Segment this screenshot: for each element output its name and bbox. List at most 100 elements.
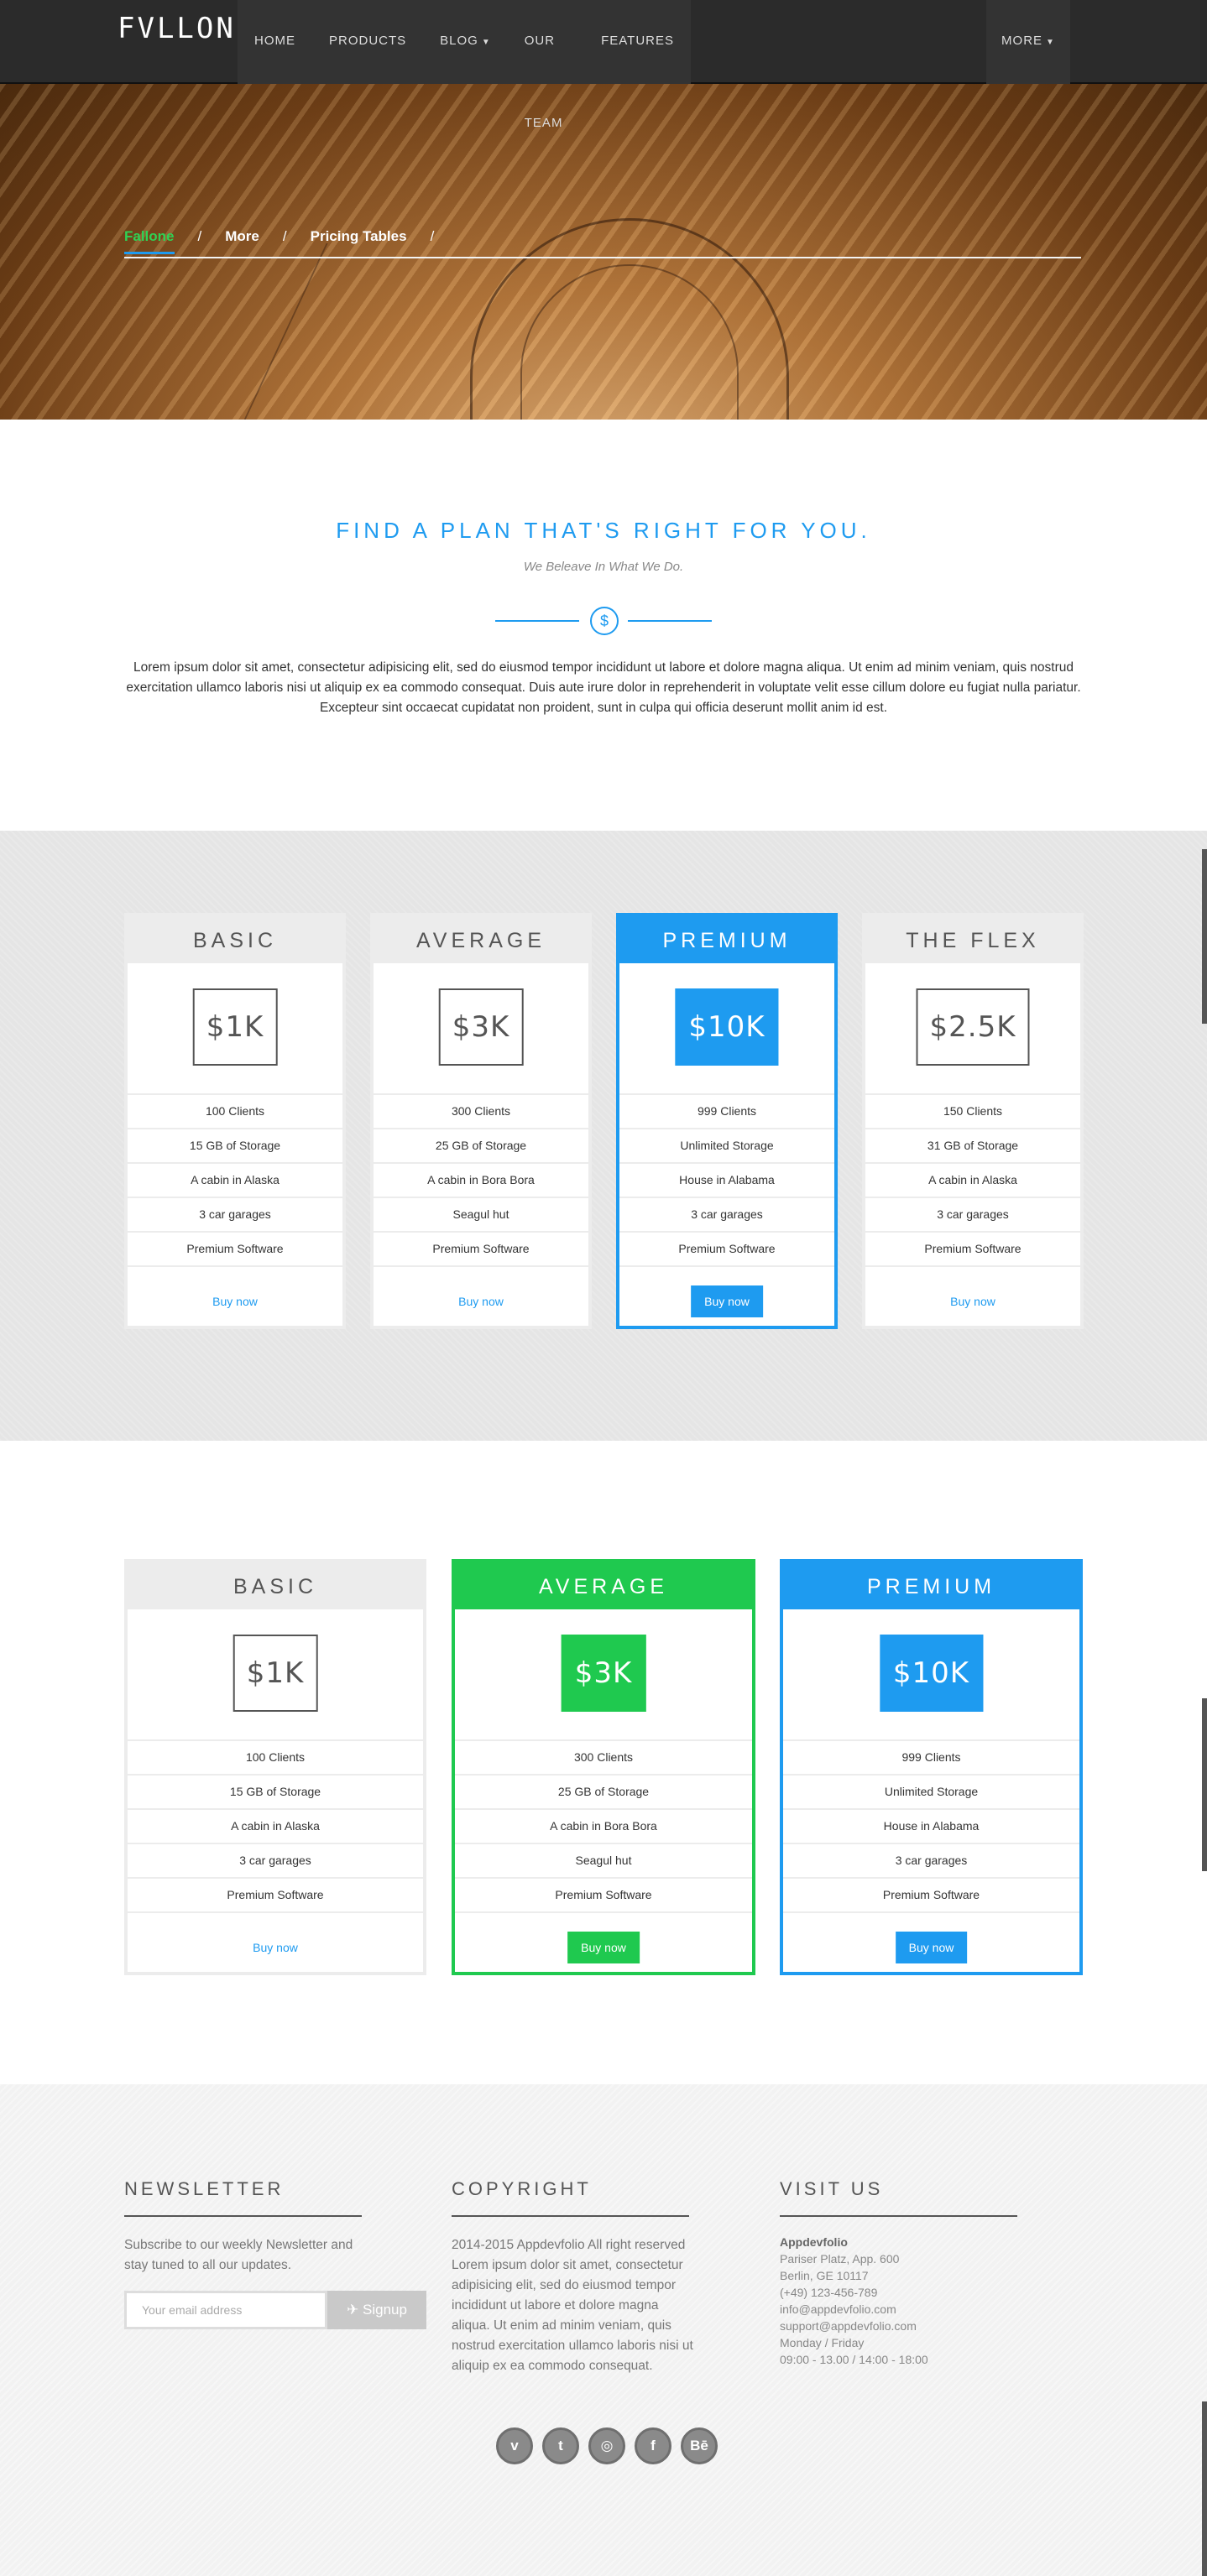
- nav-item-blog[interactable]: BLOG ▼: [423, 0, 508, 84]
- breadcrumb-item-more[interactable]: More: [225, 228, 259, 252]
- plan-feature: 3 car garages: [619, 1197, 834, 1231]
- buy-now-button[interactable]: Buy now: [239, 1932, 311, 1963]
- address-line: Berlin, GE 10117: [780, 2269, 869, 2282]
- nav-item-more-label: MORE: [1001, 34, 1043, 48]
- email-link[interactable]: info@appdevfolio.com: [780, 2301, 1027, 2318]
- plan-feature: 999 Clients: [619, 1093, 834, 1128]
- copyright-text: 2014-2015 Appdevfolio All right reserved…: [452, 2238, 693, 2373]
- plan-feature: Premium Software: [865, 1231, 1080, 1265]
- email-link[interactable]: support@appdevfolio.com: [780, 2318, 1027, 2334]
- footer-heading: NEWSLETTER: [124, 2178, 362, 2217]
- nav-item-more[interactable]: MORE ▼: [986, 0, 1070, 84]
- scrollbar-thumb[interactable]: [1202, 2401, 1207, 2576]
- signup-label: Signup: [363, 2302, 407, 2318]
- nav-item-our-team[interactable]: OUR TEAM: [508, 0, 584, 130]
- divider-line: [628, 620, 712, 622]
- plan-feature: A cabin in Alaska: [865, 1162, 1080, 1197]
- plan-title: THE FLEX: [865, 916, 1080, 963]
- behance-icon[interactable]: Bē: [681, 2427, 718, 2464]
- breadcrumb-item-home[interactable]: Fallone: [124, 228, 175, 254]
- plan-feature: 150 Clients: [865, 1093, 1080, 1128]
- plan-feature: Unlimited Storage: [783, 1774, 1079, 1808]
- price-box: $3K: [455, 1609, 752, 1739]
- buy-now-button[interactable]: Buy now: [567, 1932, 640, 1963]
- buy-now-button[interactable]: Buy now: [445, 1285, 517, 1317]
- plan-feature: 15 GB of Storage: [128, 1774, 423, 1808]
- newsletter-email-input[interactable]: Your email address: [124, 2291, 327, 2329]
- buy-now-button[interactable]: Buy now: [895, 1932, 968, 1963]
- plan-price: $10K: [675, 988, 779, 1066]
- pricing-card-premium: PREMIUM $10K 999 Clients Unlimited Stora…: [616, 913, 838, 1329]
- plan-feature: House in Alabama: [783, 1808, 1079, 1843]
- breadcrumb-item-current[interactable]: Pricing Tables: [311, 228, 407, 252]
- plan-title: PREMIUM: [619, 916, 834, 963]
- social-links: v t ◎ f Bē: [496, 2427, 718, 2464]
- buy-now-button[interactable]: Buy now: [199, 1285, 271, 1317]
- nav-item-features[interactable]: FEATURES: [584, 0, 691, 84]
- scrollbar-thumb[interactable]: [1202, 1698, 1207, 1871]
- plan-feature: Premium Software: [783, 1877, 1079, 1911]
- plan-feature: 100 Clients: [128, 1093, 342, 1128]
- plan-price: $10K: [879, 1635, 984, 1712]
- plan-feature: Seagul hut: [455, 1843, 752, 1877]
- signup-button[interactable]: ✈ Signup: [327, 2291, 426, 2329]
- plan-footer: Buy now: [374, 1265, 588, 1328]
- plan-title: PREMIUM: [783, 1562, 1079, 1609]
- plan-feature: Premium Software: [128, 1877, 423, 1911]
- plan-title: BASIC: [128, 1562, 423, 1609]
- plan-price: $1K: [233, 1635, 318, 1712]
- twitter-icon[interactable]: t: [542, 2427, 579, 2464]
- hero-architecture-shape: [58, 243, 328, 420]
- scrollbar-thumb[interactable]: [1202, 849, 1207, 1024]
- plan-feature: 31 GB of Storage: [865, 1128, 1080, 1162]
- newsletter-form: Your email address ✈ Signup: [124, 2291, 426, 2329]
- opening-days: Monday / Friday: [780, 2336, 865, 2349]
- plan-footer: Buy now: [619, 1265, 834, 1328]
- phone-number: (+49) 123-456-789: [780, 2286, 878, 2299]
- price-box: $3K: [374, 963, 588, 1093]
- plan-feature: Unlimited Storage: [619, 1128, 834, 1162]
- plan-footer: Buy now: [128, 1911, 423, 1974]
- buy-now-button[interactable]: Buy now: [691, 1285, 763, 1317]
- plan-feature: 3 car garages: [128, 1843, 423, 1877]
- plan-feature: House in Alabama: [619, 1162, 834, 1197]
- plan-feature: Premium Software: [374, 1231, 588, 1265]
- plan-price: $3K: [561, 1635, 646, 1712]
- plan-title: BASIC: [128, 916, 342, 963]
- plan-footer: Buy now: [783, 1911, 1079, 1974]
- facebook-icon[interactable]: f: [635, 2427, 671, 2464]
- footer-visit-us: VISIT US Appdevfolio Pariser Platz, App.…: [780, 2178, 1027, 2368]
- intro-paragraph: Lorem ipsum dolor sit amet, consectetur …: [126, 660, 1081, 715]
- newsletter-text: Subscribe to our weekly Newsletter and s…: [124, 2238, 353, 2272]
- plan-title: AVERAGE: [455, 1562, 752, 1609]
- plan-feature: A cabin in Bora Bora: [455, 1808, 752, 1843]
- vimeo-icon[interactable]: v: [496, 2427, 533, 2464]
- site-logo[interactable]: FVLLONE: [118, 12, 255, 45]
- plan-footer: Buy now: [455, 1911, 752, 1974]
- address-block: Appdevfolio Pariser Platz, App. 600 Berl…: [780, 2234, 1027, 2368]
- plan-feature: Premium Software: [128, 1231, 342, 1265]
- plan-price: $2.5K: [916, 988, 1030, 1066]
- plan-feature: 300 Clients: [455, 1739, 752, 1774]
- instagram-icon[interactable]: ◎: [588, 2427, 625, 2464]
- company-name: Appdevfolio: [780, 2235, 848, 2249]
- nav-item-blog-label: BLOG: [440, 34, 478, 48]
- plan-feature: 300 Clients: [374, 1093, 588, 1128]
- top-navbar: FVLLONE HOME PRODUCTS BLOG ▼ OUR TEAM FEA…: [0, 0, 1207, 130]
- nav-item-home[interactable]: HOME: [238, 0, 312, 84]
- nav-item-products[interactable]: PRODUCTS: [312, 0, 423, 84]
- footer-heading: VISIT US: [780, 2178, 1017, 2217]
- footer-copyright: COPYRIGHT 2014-2015 Appdevfolio All righ…: [452, 2178, 699, 2376]
- pricing-card-basic: BASIC $1K 100 Clients 15 GB of Storage A…: [124, 1559, 426, 1975]
- plan-feature: Seagul hut: [374, 1197, 588, 1231]
- pricing-card-average: AVERAGE $3K 300 Clients 25 GB of Storage…: [370, 913, 592, 1329]
- pricing-card-premium: PREMIUM $10K 999 Clients Unlimited Stora…: [780, 1559, 1083, 1975]
- plan-feature: Premium Software: [455, 1877, 752, 1911]
- buy-now-button[interactable]: Buy now: [937, 1285, 1009, 1317]
- address-line: Pariser Platz, App. 600: [780, 2252, 900, 2266]
- send-icon: ✈: [347, 2302, 359, 2318]
- caret-down-icon: ▼: [481, 38, 491, 47]
- plan-footer: Buy now: [128, 1265, 342, 1328]
- pricing-card-basic: BASIC $1K 100 Clients 15 GB of Storage A…: [124, 913, 346, 1329]
- main-menu: HOME PRODUCTS BLOG ▼ OUR TEAM FEATURES: [238, 0, 691, 130]
